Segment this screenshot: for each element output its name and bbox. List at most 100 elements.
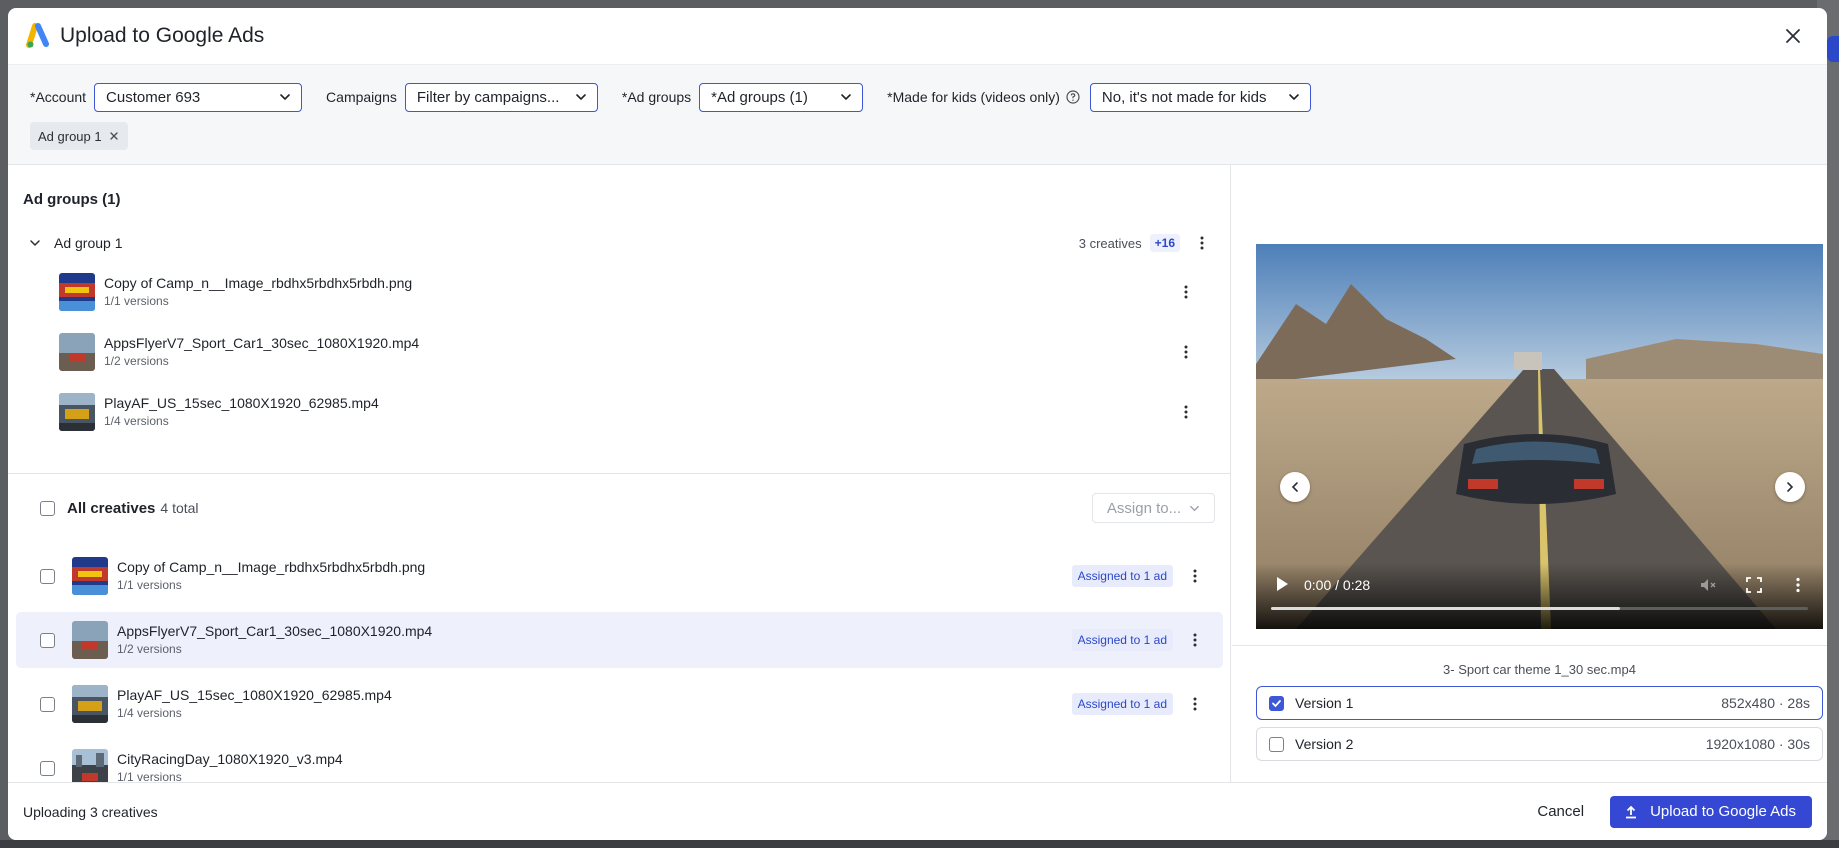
all-creatives-header: All creatives 4 total Assign to...: [8, 475, 1231, 541]
ad-group-chip: Ad group 1: [30, 122, 128, 150]
video-progress-fill: [1271, 607, 1621, 610]
close-icon[interactable]: [1783, 26, 1803, 46]
made-for-kids-select-value: No, it's not made for kids: [1101, 88, 1267, 106]
more-vertical-icon[interactable]: [1178, 284, 1194, 300]
assigned-badge: Assigned to 1 ad: [1071, 693, 1173, 715]
assigned-badge: Assigned to 1 ad: [1071, 565, 1173, 587]
more-vertical-icon[interactable]: [1187, 568, 1203, 584]
creative-thumbnail: [72, 621, 108, 659]
all-creatives-total: 4 total: [160, 500, 199, 516]
creative-name: AppsFlyerV7_Sport_Car1_30sec_1080X1920.m…: [104, 335, 420, 351]
creative-row[interactable]: AppsFlyerV7_Sport_Car1_30sec_1080X1920.m…: [16, 612, 1223, 668]
version-checkbox[interactable]: [1269, 736, 1284, 752]
video-time: 0:00 / 0:28: [1304, 577, 1371, 593]
ad-group-item: Copy of Camp_n__Image_rbdhx5rbdhx5rbdh.p…: [59, 272, 1209, 312]
assigned-badge: Assigned to 1 ad: [1071, 629, 1173, 651]
creative-row[interactable]: PlayAF_US_15sec_1080X1920_62985.mp4 1/4 …: [16, 676, 1223, 732]
background-page-strip: [0, 840, 1839, 848]
all-creatives-title: All creatives: [67, 499, 156, 517]
creative-versions: 1/1 versions: [104, 294, 169, 308]
adgroups-label: *Ad groups: [621, 89, 692, 105]
row-checkbox[interactable]: [40, 568, 55, 584]
dialog-title: Upload to Google Ads: [60, 24, 265, 47]
row-checkbox[interactable]: [40, 696, 55, 712]
creative-versions: 1/2 versions: [104, 354, 169, 368]
ad-groups-section: Ad groups (1) Ad group 1 3 creatives +16…: [8, 165, 1230, 474]
more-vertical-icon[interactable]: [1187, 632, 1203, 648]
creative-name: Copy of Camp_n__Image_rbdhx5rbdhx5rbdh.p…: [117, 559, 426, 575]
upload-button-label: Upload to Google Ads: [1650, 803, 1796, 820]
creative-thumbnail: [72, 557, 108, 595]
ad-group-header: Ad group 1 3 creatives +16: [28, 230, 1210, 256]
checkmark-icon: [1272, 699, 1281, 707]
account-select-value: Customer 693: [106, 88, 201, 106]
more-vertical-icon[interactable]: [1789, 576, 1807, 594]
google-ads-logo-icon: [26, 23, 49, 48]
adgroups-select[interactable]: *Ad groups (1): [699, 82, 864, 112]
creative-name: AppsFlyerV7_Sport_Car1_30sec_1080X1920.m…: [117, 623, 433, 639]
preview-file-name: 3- Sport car theme 1_30 sec.mp4: [1443, 662, 1636, 677]
creative-name: PlayAF_US_15sec_1080X1920_62985.mp4: [104, 395, 379, 411]
creative-versions: 1/4 versions: [117, 706, 182, 720]
divider: [1232, 645, 1827, 646]
version-label: Version 2: [1295, 736, 1354, 752]
more-vertical-icon[interactable]: [1178, 344, 1194, 360]
video-controls: 0:00 / 0:28: [1256, 563, 1823, 629]
help-icon[interactable]: [1066, 90, 1080, 104]
version-option[interactable]: Version 2 1920x1080 · 30s: [1256, 727, 1823, 761]
volume-icon[interactable]: [1699, 576, 1717, 594]
ad-group-item: PlayAF_US_15sec_1080X1920_62985.mp4 1/4 …: [59, 392, 1209, 432]
chevron-down-icon: [1190, 505, 1199, 511]
creative-row[interactable]: Copy of Camp_n__Image_rbdhx5rbdhx5rbdh.p…: [16, 548, 1223, 604]
chevron-left-icon: [1291, 482, 1298, 492]
ad-group-item: AppsFlyerV7_Sport_Car1_30sec_1080X1920.m…: [59, 332, 1209, 372]
chevron-down-icon: [1289, 94, 1299, 101]
version-option[interactable]: Version 1 852x480 · 28s: [1256, 686, 1823, 720]
row-checkbox[interactable]: [40, 760, 55, 776]
upload-dialog: Upload to Google Ads *Account Customer 6…: [8, 8, 1827, 840]
chevron-down-icon[interactable]: [28, 236, 42, 250]
account-select[interactable]: Customer 693: [94, 82, 303, 112]
previous-button[interactable]: [1280, 472, 1310, 502]
creative-name: CityRacingDay_1080X1920_v3.mp4: [117, 751, 343, 767]
dialog-header: Upload to Google Ads: [8, 8, 1827, 64]
chip-label: Ad group 1: [38, 128, 102, 144]
play-icon[interactable]: [1274, 575, 1290, 593]
video-player[interactable]: 0:00 / 0:28: [1256, 244, 1823, 629]
assign-to-label: Assign to...: [1106, 499, 1182, 517]
campaigns-select[interactable]: Filter by campaigns...: [404, 82, 598, 112]
chevron-down-icon: [576, 94, 586, 101]
next-button[interactable]: [1775, 472, 1805, 502]
fullscreen-icon[interactable]: [1745, 576, 1763, 594]
more-vertical-icon[interactable]: [1194, 235, 1210, 251]
remove-chip-icon[interactable]: [108, 130, 120, 142]
preview-pane: 0:00 / 0:28 3- Sport car theme 1_30 sec.…: [1232, 165, 1827, 782]
creative-thumbnail: [59, 333, 95, 371]
version-meta: 1920x1080 · 30s: [1705, 736, 1810, 752]
chevron-down-icon: [280, 94, 290, 101]
more-badge[interactable]: +16: [1149, 234, 1180, 252]
assign-to-button[interactable]: Assign to...: [1092, 493, 1215, 523]
campaigns-select-value: Filter by campaigns...: [416, 88, 560, 106]
made-for-kids-label: *Made for kids (videos only): [887, 89, 1060, 105]
more-vertical-icon[interactable]: [1187, 696, 1203, 712]
ad-group-name: Ad group 1: [54, 235, 123, 251]
chevron-down-icon: [841, 94, 851, 101]
row-checkbox[interactable]: [40, 632, 55, 648]
adgroups-select-value: *Ad groups (1): [711, 88, 808, 106]
made-for-kids-select[interactable]: No, it's not made for kids: [1089, 82, 1311, 112]
upload-button[interactable]: Upload to Google Ads: [1610, 795, 1812, 828]
version-meta: 852x480 · 28s: [1721, 695, 1810, 711]
account-label: *Account: [30, 89, 87, 105]
video-progress[interactable]: [1271, 607, 1808, 610]
select-all-checkbox[interactable]: [40, 500, 55, 516]
cancel-button[interactable]: Cancel: [1537, 803, 1584, 820]
upload-icon: [1626, 805, 1637, 818]
creative-count: 3 creatives: [1078, 235, 1142, 251]
ad-groups-title: Ad groups (1): [23, 191, 121, 208]
more-vertical-icon[interactable]: [1178, 404, 1194, 420]
creatives-pane: Ad groups (1) Ad group 1 3 creatives +16…: [8, 165, 1231, 787]
creative-versions: 1/1 versions: [117, 578, 182, 592]
version-checkbox-checked[interactable]: [1269, 695, 1284, 711]
creative-thumbnail: [72, 685, 108, 723]
